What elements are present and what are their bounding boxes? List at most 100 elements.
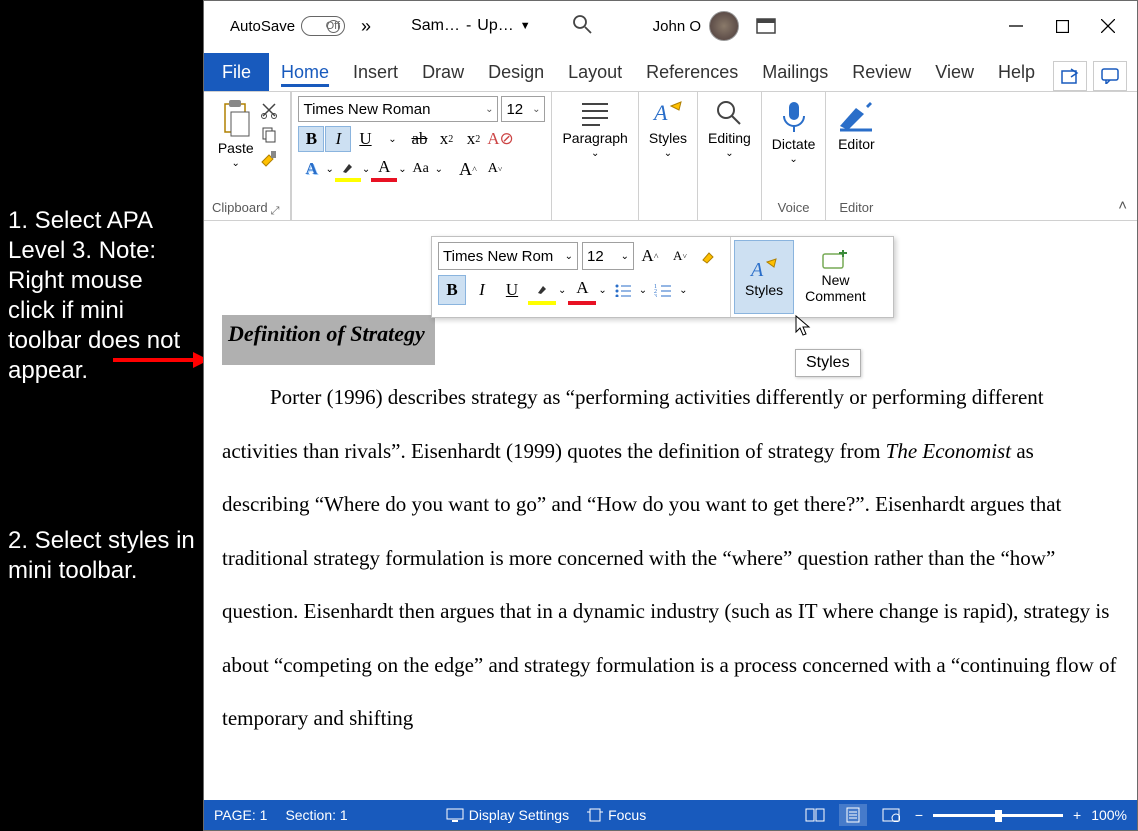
tab-references[interactable]: References [634,56,750,91]
title-bar: AutoSave Off » Sam… - Up… ▼ John O [204,1,1137,51]
close-button[interactable] [1085,6,1131,46]
cut-icon[interactable] [259,100,279,120]
mini-shrink-font[interactable]: A˅ [666,241,694,271]
mini-toolbar: Times New Rom⌄ 12⌄ A˄ A˅ B I U ⌄ A⌄ ⌄ 12… [431,236,894,318]
comments-button[interactable] [1093,61,1127,91]
status-section[interactable]: Section: 1 [285,807,347,823]
styles-tooltip: Styles [795,349,861,377]
superscript-button[interactable]: x2 [460,126,486,152]
mini-underline-button[interactable]: U [498,275,526,305]
tab-view[interactable]: View [923,56,986,91]
styles-button[interactable]: A Styles ⌄ [647,96,689,161]
ribbon-group-font: Times New Roman⌄ 12⌄ B I U ⌄ ab x2 x2 A⊘… [291,92,552,220]
username[interactable]: John O [653,18,701,35]
selected-heading[interactable]: Definition of Strategy [222,315,435,365]
mini-bullets-button[interactable] [609,275,637,305]
font-color-button[interactable]: A [371,156,397,182]
minimize-button[interactable] [993,6,1039,46]
web-layout-icon[interactable] [877,804,905,826]
paragraph-button[interactable]: Paragraph ⌄ [560,96,629,161]
ribbon-group-voice: Dictate ⌄ Voice [762,92,827,220]
focus-mode[interactable]: Focus [587,807,646,823]
zoom-out-button[interactable]: − [915,807,923,823]
zoom-in-button[interactable]: + [1073,807,1081,823]
tab-review[interactable]: Review [840,56,923,91]
autosave-toggle[interactable]: Off [301,16,345,36]
clipboard-label: Clipboard [212,200,268,218]
svg-text:A: A [749,259,764,281]
clear-formatting-icon[interactable]: A⊘ [487,126,513,152]
read-mode-icon[interactable] [801,804,829,826]
tab-draw[interactable]: Draw [410,56,476,91]
tab-layout[interactable]: Layout [556,56,634,91]
subscript-button[interactable]: x2 [433,126,459,152]
mini-font-name[interactable]: Times New Rom⌄ [438,242,578,270]
underline-dropdown[interactable]: ⌄ [379,126,405,152]
mini-numbering-button[interactable]: 123 [649,275,677,305]
status-page[interactable]: PAGE: 1 [214,807,267,823]
tab-file[interactable]: File [204,53,269,91]
font-name-select[interactable]: Times New Roman⌄ [298,96,498,122]
ribbon-group-editor: Editor Editor [826,92,886,220]
highlight-button[interactable] [335,156,361,182]
dictate-button[interactable]: Dictate ⌄ [770,96,818,167]
ribbon: Paste ⌄ Clipboard ⤢ Times New Roman⌄ 12⌄ [204,91,1137,221]
display-settings[interactable]: Display Settings [446,807,569,823]
editor-button[interactable]: Editor [834,96,878,154]
paste-button[interactable]: Paste ⌄ [216,96,256,171]
italic-button[interactable]: I [325,126,351,152]
tab-insert[interactable]: Insert [341,56,410,91]
mini-grow-font[interactable]: A˄ [636,241,664,271]
strikethrough-button[interactable]: ab [406,126,432,152]
editing-button[interactable]: Editing ⌄ [706,96,753,161]
body-paragraph[interactable]: Porter (1996) describes strategy as “per… [222,371,1119,746]
change-case-button[interactable]: Aa [408,156,434,182]
mini-highlight-button[interactable] [528,275,556,305]
mini-font-color-button[interactable]: A [568,275,596,305]
collapse-ribbon-icon[interactable]: ˄ [1118,197,1127,214]
status-bar: PAGE: 1 Section: 1 Display Settings Focu… [204,800,1137,830]
tab-design[interactable]: Design [476,56,556,91]
svg-text:3: 3 [654,294,657,297]
copy-icon[interactable] [259,124,279,144]
avatar[interactable] [709,11,739,41]
tab-home[interactable]: Home [269,56,341,91]
share-button[interactable] [1053,61,1087,91]
format-painter-icon[interactable] [259,148,279,168]
instruction-2: 2. Select styles in mini toolbar. [8,526,195,586]
annotation-arrow [113,350,209,370]
maximize-button[interactable] [1039,6,1085,46]
word-window: AutoSave Off » Sam… - Up… ▼ John O File … [203,0,1138,831]
text-effects-button[interactable]: A [298,156,324,182]
tab-help[interactable]: Help [986,56,1047,91]
annotation-panel: 1. Select APA Level 3. Note: Right mouse… [0,0,203,831]
ribbon-group-editing: Editing ⌄ [698,92,762,220]
ribbon-group-styles: A Styles ⌄ [639,92,698,220]
tab-mailings[interactable]: Mailings [750,56,840,91]
autosave[interactable]: AutoSave Off [230,16,345,36]
qat-overflow-icon[interactable]: » [361,16,371,37]
search-icon[interactable] [571,13,593,40]
bold-button[interactable]: B [298,126,324,152]
mini-italic-button[interactable]: I [468,275,496,305]
clipboard-dialog-launcher[interactable]: ⤢ [268,205,283,218]
mini-font-size[interactable]: 12⌄ [582,242,634,270]
mini-new-comment-button[interactable]: New Comment [797,237,874,317]
grow-font-button[interactable]: A˄ [455,156,481,182]
print-layout-icon[interactable] [839,804,867,826]
svg-text:A: A [652,100,668,125]
autosave-label: AutoSave [230,18,295,35]
ribbon-group-clipboard: Paste ⌄ Clipboard ⤢ [204,92,291,220]
mini-bold-button[interactable]: B [438,275,466,305]
mini-format-painter-icon[interactable] [696,241,724,271]
document-title[interactable]: Sam… - Up… ▼ [411,17,531,35]
mini-styles-button[interactable]: A Styles [734,240,794,314]
shrink-font-button[interactable]: A˅ [482,156,508,182]
font-size-select[interactable]: 12⌄ [501,96,545,122]
ribbon-group-paragraph: Paragraph ⌄ [552,92,638,220]
ribbon-display-icon[interactable] [743,6,789,46]
underline-button[interactable]: U [352,126,378,152]
zoom-level[interactable]: 100% [1091,807,1127,823]
chevron-down-icon[interactable]: ▼ [520,20,531,32]
zoom-slider[interactable] [933,814,1063,817]
